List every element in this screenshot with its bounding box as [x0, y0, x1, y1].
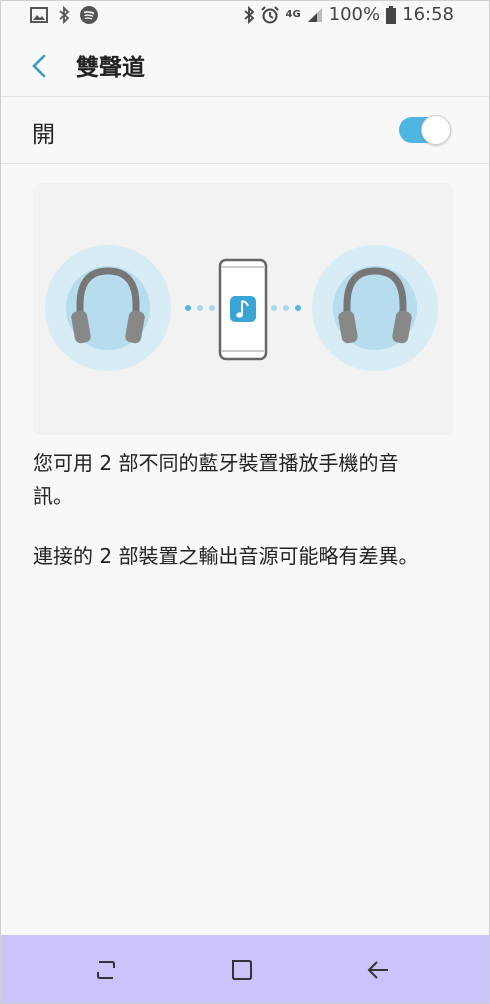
switch-label: 開 [32, 122, 55, 148]
description-line: 連接的 2 部裝置之輸出音源可能略有差異。 [33, 544, 419, 568]
toggle-knob [421, 115, 451, 145]
spotify-icon [80, 6, 98, 24]
status-left-icons [30, 6, 98, 24]
connection-dots-left [185, 305, 215, 311]
master-switch-row[interactable]: 開 [0, 97, 490, 164]
dual-audio-toggle[interactable] [399, 115, 451, 145]
description-paragraph-1: 您可用 2 部不同的藍牙裝置播放手機的音 訊。 [33, 447, 453, 513]
navigation-bar [0, 935, 490, 1004]
description-paragraph-2: 連接的 2 部裝置之輸出音源可能略有差異。 [33, 540, 453, 573]
chevron-left-icon [32, 54, 46, 78]
app-header: 雙聲道 [0, 34, 490, 97]
page-title: 雙聲道 [76, 55, 145, 81]
description-line: 訊。 [33, 484, 73, 508]
battery-icon [386, 5, 397, 24]
illustration-graphic [45, 245, 438, 371]
status-right-icons: 4G 100% 16:58 [243, 4, 454, 25]
battery-percent: 100% [328, 4, 381, 25]
status-bar: 4G 100% 16:58 [0, 0, 490, 34]
image-icon [30, 7, 48, 23]
recent-apps-button[interactable] [91, 955, 121, 985]
headphones-icon [45, 245, 171, 371]
bluetooth-icon [59, 6, 70, 24]
home-icon [232, 960, 252, 980]
signal-icon [307, 7, 322, 22]
back-arrow-icon [367, 961, 388, 979]
recent-apps-icon [97, 961, 115, 979]
connection-dots-right [271, 305, 301, 311]
description-line: 您可用 2 部不同的藍牙裝置播放手機的音 [33, 451, 399, 475]
network-label: 4G [285, 8, 301, 20]
music-note-icon [230, 296, 256, 322]
dual-audio-illustration [33, 183, 453, 435]
back-button[interactable] [363, 955, 393, 985]
bluetooth-icon [244, 5, 255, 24]
headphones-icon [312, 245, 438, 371]
home-button[interactable] [227, 955, 257, 985]
alarm-icon [261, 5, 280, 23]
back-arrow-button[interactable] [26, 50, 54, 82]
time: 16:58 [402, 4, 454, 25]
